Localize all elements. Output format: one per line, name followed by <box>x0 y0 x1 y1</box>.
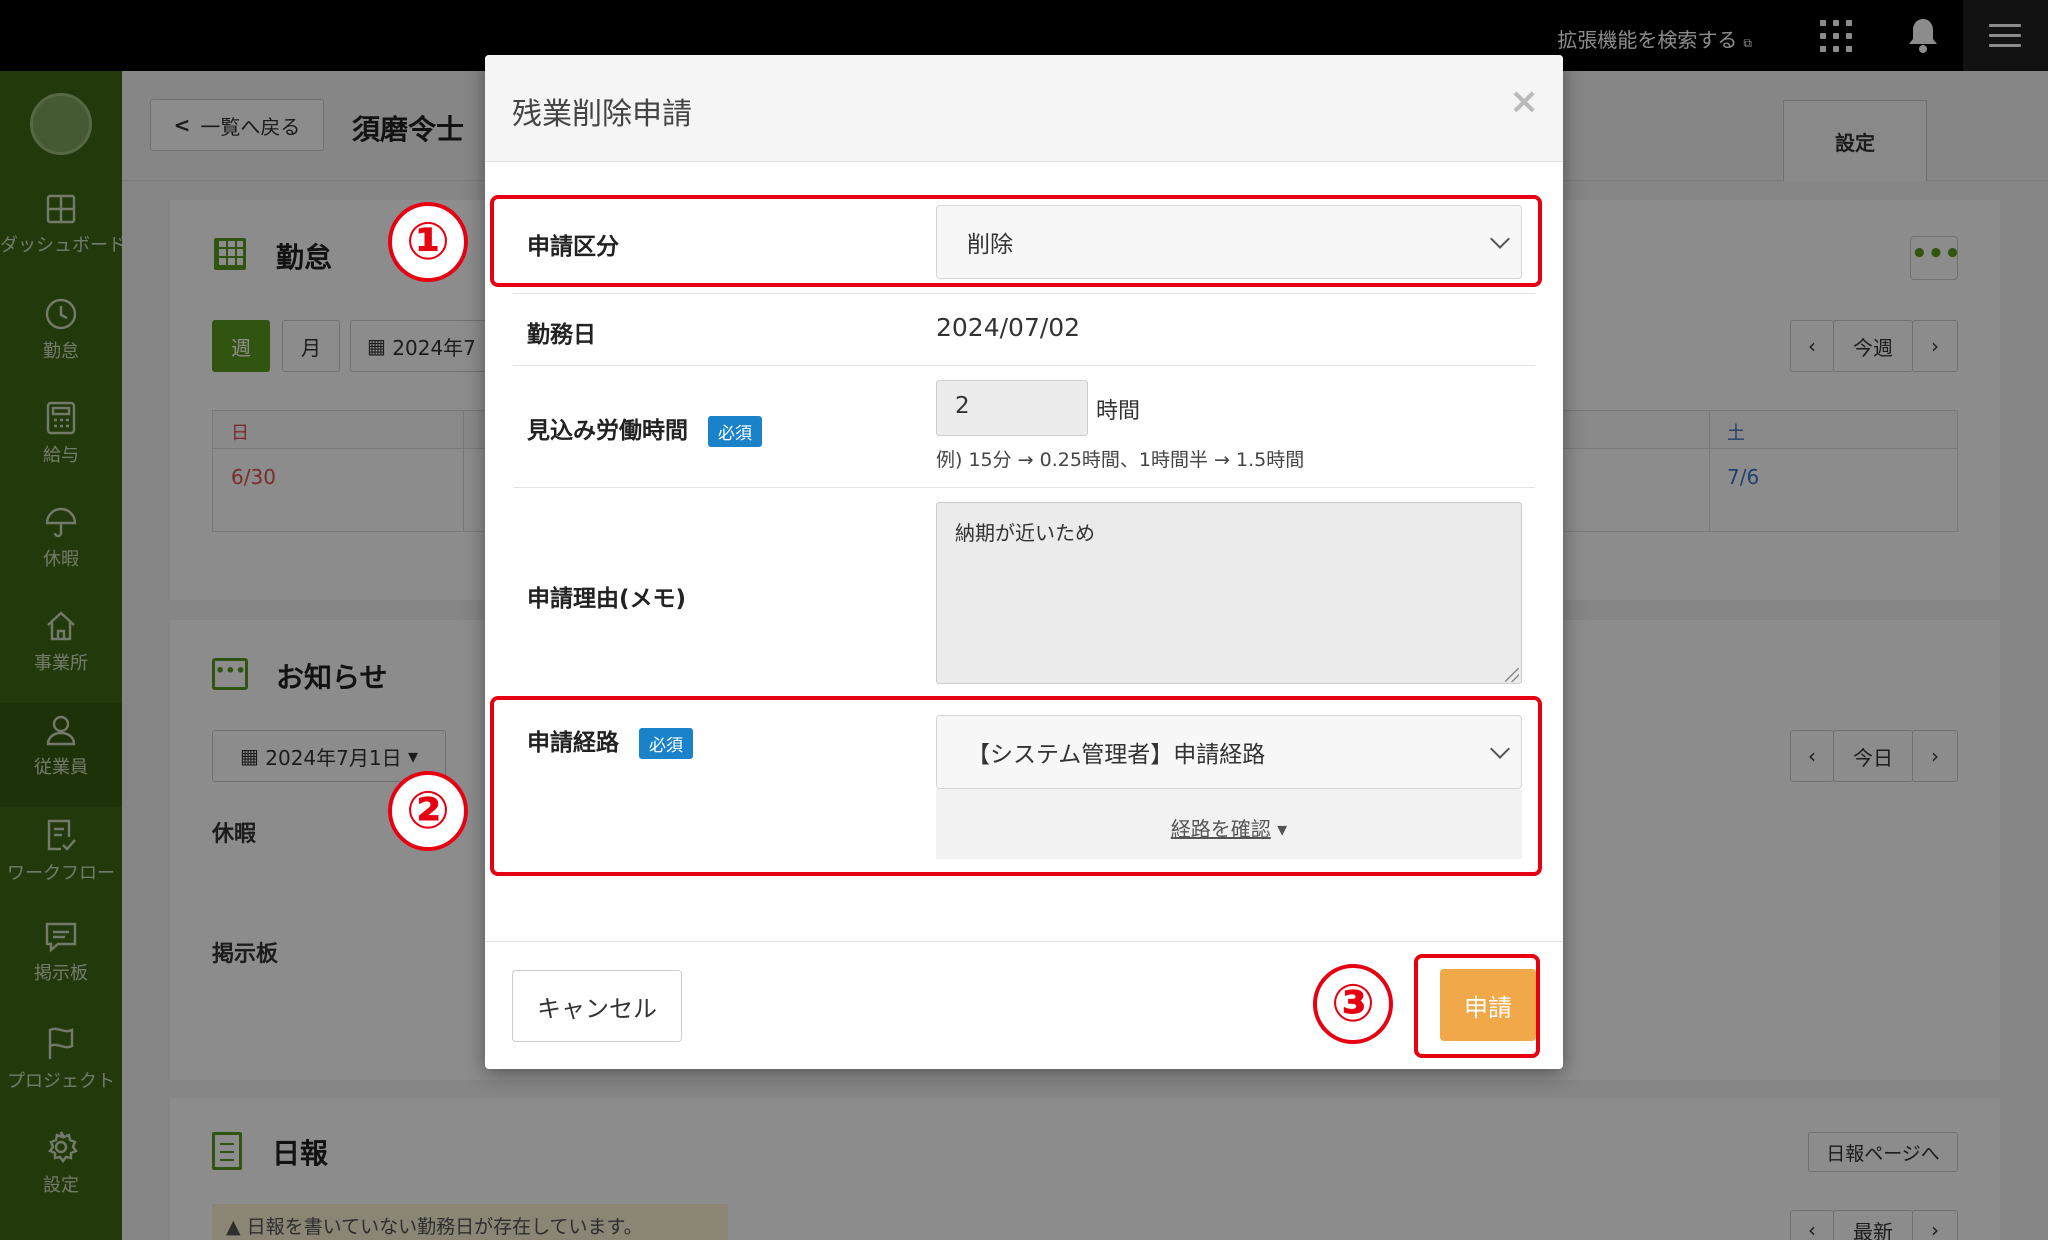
reason-textarea[interactable]: 納期が近いため <box>936 502 1522 684</box>
highlight-box-1 <box>490 195 1542 287</box>
hours-unit: 時間 <box>1096 399 1141 424</box>
close-icon[interactable]: × <box>1509 81 1539 122</box>
hours-input[interactable]: 2 <box>936 380 1088 436</box>
workday-value: 2024/07/02 <box>936 313 1081 342</box>
reason-label: 申請理由(メモ) <box>527 586 687 612</box>
required-badge: 必須 <box>708 416 762 447</box>
highlight-box-2 <box>490 696 1542 876</box>
step-marker-2: ② <box>388 771 468 851</box>
workday-label: 勤務日 <box>527 322 596 348</box>
modal-title: 残業削除申請 <box>512 97 692 132</box>
overtime-delete-modal: 残業削除申請 × 申請区分 削除 勤務日 2024/07/02 見込み労働時間必… <box>485 55 1563 1069</box>
hours-label: 見込み労働時間 必須 <box>527 411 762 447</box>
hours-hint: 例) 15分 → 0.25時間、1時間半 → 1.5時間 <box>936 449 1305 471</box>
step-marker-3: ③ <box>1313 964 1393 1044</box>
resize-handle-icon[interactable] <box>1505 668 1519 682</box>
cancel-button[interactable]: キャンセル <box>512 970 682 1042</box>
highlight-box-3 <box>1414 954 1540 1058</box>
step-marker-1: ① <box>388 202 468 282</box>
